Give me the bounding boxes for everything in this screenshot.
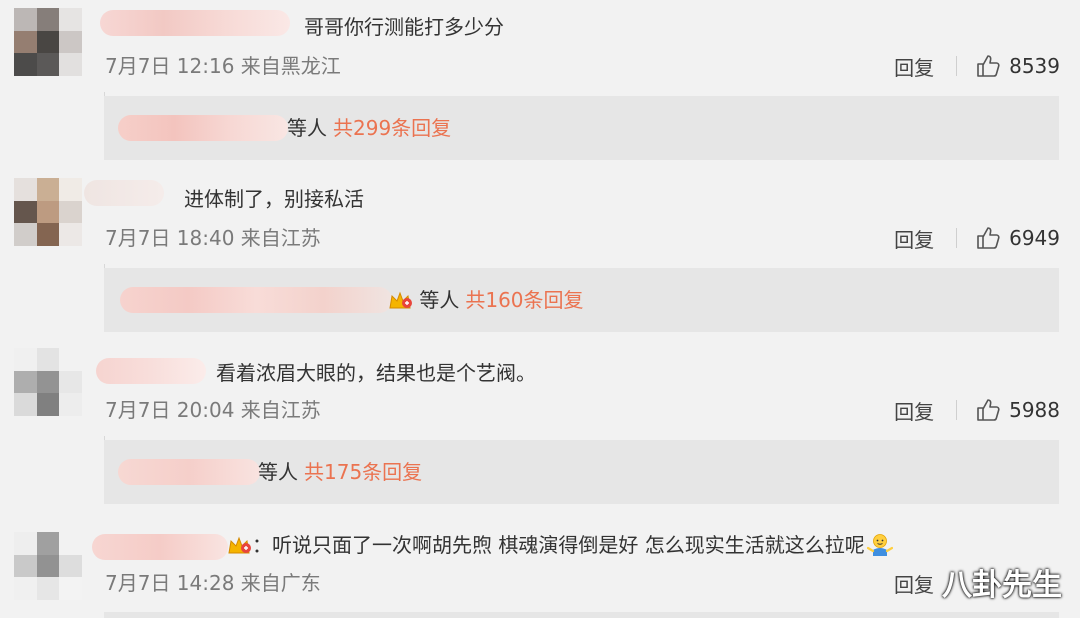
reply-count-link[interactable]: 共160条回复 <box>465 288 583 312</box>
user-avatar[interactable] <box>14 8 82 76</box>
reply-summary-text: 等人 共160条回复 <box>387 286 584 314</box>
comment-text: 看着浓眉大眼的，结果也是个艺阀。 <box>216 361 536 385</box>
reply-others-label: 等人 <box>419 288 460 312</box>
username-blurred[interactable] <box>96 358 206 384</box>
reply-button[interactable]: 回复 <box>894 52 934 81</box>
comment-item: 哥哥你行测能打多少分 7月7日 12:16 来自黑龙江 回复 8539 等人 共2… <box>0 0 1080 170</box>
crown-badge-icon <box>226 533 252 557</box>
comment-prefix: ： <box>252 533 272 557</box>
divider <box>956 400 958 420</box>
reply-count-link[interactable]: 共175条回复 <box>304 460 422 484</box>
comment-item: ：听说只面了一次啊胡先煦 棋魂演得倒是好 怎么现实生活就这么拉呢 7月7日 14… <box>0 514 1080 618</box>
comment-actions: 回复 <box>894 568 934 598</box>
reply-usernames-blurred <box>120 287 392 313</box>
comment-text: 进体制了，别接私活 <box>184 187 364 211</box>
user-avatar[interactable] <box>14 348 82 416</box>
comment-text: 哥哥你行测能打多少分 <box>304 15 504 39</box>
reply-summary[interactable]: 等人 共175条回复 <box>104 440 1059 504</box>
divider <box>956 228 958 248</box>
thumbs-up-icon[interactable] <box>975 225 1001 251</box>
like-count: 8539 <box>1009 54 1060 78</box>
username-blurred[interactable] <box>92 534 228 560</box>
comment-actions: 回复 6949 <box>894 223 1060 253</box>
user-avatar[interactable] <box>14 178 82 246</box>
comment-meta: 7月7日 12:16 来自黑龙江 <box>105 54 341 78</box>
comment-actions: 回复 5988 <box>894 395 1060 425</box>
reply-summary[interactable]: 等人 共299条回复 <box>104 96 1059 160</box>
thumbs-up-icon[interactable] <box>975 53 1001 79</box>
reply-summary-edge <box>104 612 1059 618</box>
divider <box>956 56 958 76</box>
reply-summary-text: 等人 共299条回复 <box>287 114 451 142</box>
reply-others-label: 等人 <box>258 460 298 484</box>
watermark-text: 八卦先生 <box>942 568 1062 603</box>
reply-count-link[interactable]: 共299条回复 <box>333 116 451 140</box>
reply-button[interactable]: 回复 <box>894 569 934 598</box>
comment-text: ：听说只面了一次啊胡先煦 棋魂演得倒是好 怎么现实生活就这么拉呢 <box>226 532 893 558</box>
reply-usernames-blurred <box>118 459 260 485</box>
crown-badge-icon <box>387 288 413 312</box>
comment-meta: 7月7日 14:28 来自广东 <box>105 571 321 595</box>
reply-summary-text: 等人 共175条回复 <box>258 458 422 486</box>
reply-summary[interactable]: 等人 共160条回复 <box>104 268 1059 332</box>
reply-others-label: 等人 <box>287 116 327 140</box>
reply-button[interactable]: 回复 <box>894 224 934 253</box>
comment-item: 看着浓眉大眼的，结果也是个艺阀。 7月7日 20:04 来自江苏 回复 5988… <box>0 342 1080 514</box>
comment-meta: 7月7日 20:04 来自江苏 <box>105 398 321 422</box>
thumbs-up-icon[interactable] <box>975 397 1001 423</box>
comment-item: 进体制了，别接私活 7月7日 18:40 来自江苏 回复 6949 等人 共160… <box>0 170 1080 342</box>
comment-meta: 7月7日 18:40 来自江苏 <box>105 226 321 250</box>
comment-actions: 回复 8539 <box>894 51 1060 81</box>
comment-body: 听说只面了一次啊胡先煦 棋魂演得倒是好 怎么现实生活就这么拉呢 <box>272 533 865 557</box>
like-count: 5988 <box>1009 398 1060 422</box>
reply-usernames-blurred <box>118 115 288 141</box>
shrug-emoji-icon <box>866 533 893 557</box>
reply-button[interactable]: 回复 <box>894 396 934 425</box>
username-blurred[interactable] <box>84 180 164 206</box>
like-count: 6949 <box>1009 226 1060 250</box>
user-avatar[interactable] <box>14 532 82 600</box>
username-blurred[interactable] <box>100 10 290 36</box>
